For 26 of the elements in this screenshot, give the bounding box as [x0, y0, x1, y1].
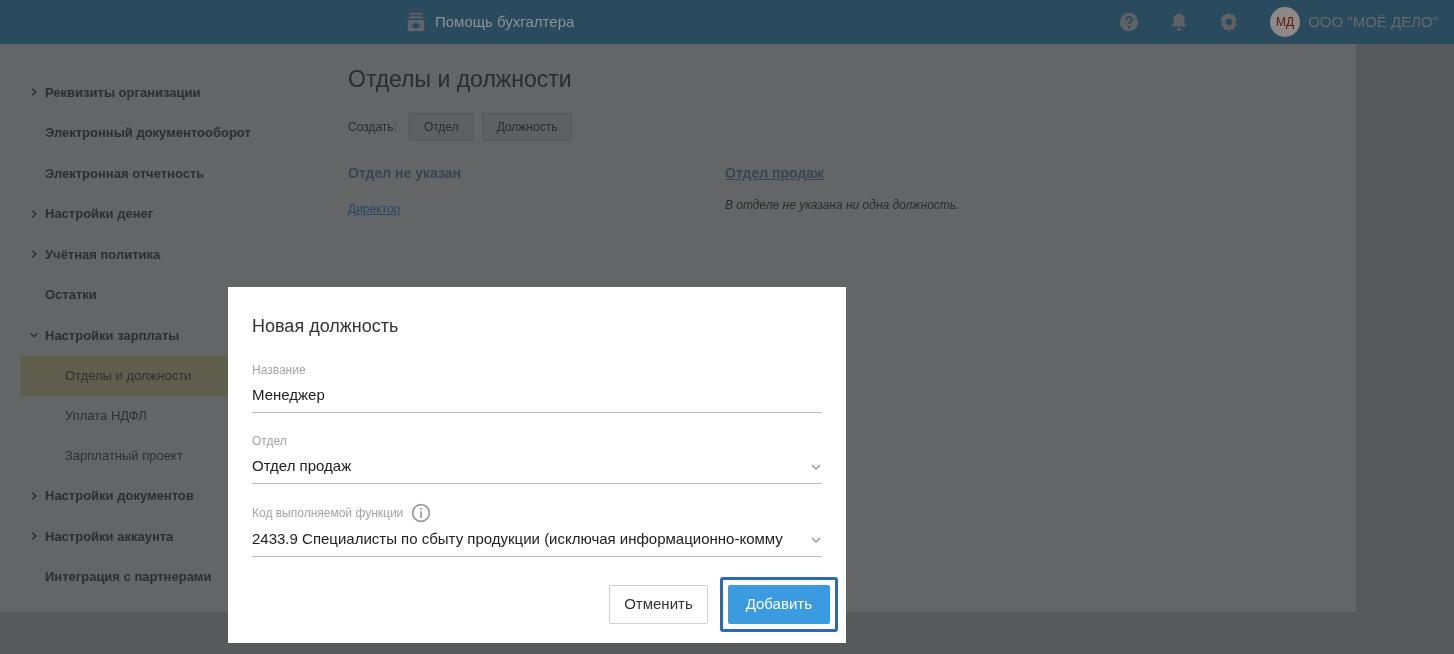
cancel-button[interactable]: Отменить — [609, 585, 708, 624]
app-title: Помощь бухгалтера — [435, 11, 575, 32]
sidebar-item[interactable]: Настройки денег — [0, 193, 300, 234]
avatar[interactable]: МД — [1270, 7, 1301, 37]
sidebar-item[interactable]: Реквизиты организации — [0, 72, 300, 113]
help-icon — [1118, 11, 1141, 33]
select-field[interactable]: Отдел продаж — [252, 450, 822, 484]
field-label: Код выполняемой функции — [252, 505, 404, 522]
add-button[interactable]: Добавить — [727, 585, 830, 624]
chevron-icon — [29, 490, 39, 501]
field-label: Отдел — [252, 433, 287, 450]
empty-note: В отделе не указана ни одна должность. — [725, 196, 961, 214]
field-label: Название — [252, 362, 306, 379]
create-label: Создать: — [348, 118, 397, 136]
company-name[interactable]: ООО "МОЁ ДЕЛО" — [1308, 10, 1438, 34]
chevron-icon — [29, 208, 39, 219]
input-field[interactable]: Менеджер — [252, 379, 822, 413]
position-link[interactable]: Директор — [348, 201, 401, 216]
chevron-icon — [29, 249, 39, 260]
wallet-icon — [405, 11, 427, 33]
select-field[interactable]: 2433.9 Специалисты по сбыту продукции (исключая информационно-комму — [252, 523, 822, 557]
dialog-title: Новая должность — [252, 315, 400, 338]
chevron-icon — [29, 87, 39, 98]
chevron-icon — [29, 531, 39, 542]
page-title: Отделы и должности — [348, 65, 573, 94]
info-icon — [411, 503, 432, 523]
